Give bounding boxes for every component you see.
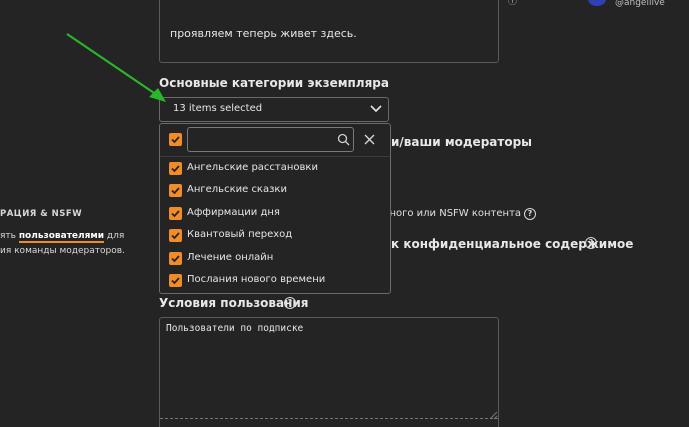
chevron-down-icon[interactable]	[369, 103, 383, 115]
option-label[interactable]: Лечение онлайн	[187, 252, 273, 263]
categories-selected-summary: 13 items selected	[173, 103, 263, 114]
option-checkbox[interactable]	[169, 184, 182, 197]
avatar[interactable]	[588, 0, 606, 6]
instance-categories-heading: Основные категории экземпляра	[159, 76, 389, 90]
nsfw-help-icon[interactable]: ?	[524, 208, 536, 220]
users-link[interactable]: пользователями	[18, 231, 105, 243]
option-checkbox[interactable]	[169, 252, 182, 265]
check-icon	[171, 136, 180, 144]
check-icon	[171, 277, 180, 285]
check-icon	[171, 210, 180, 218]
close-icon[interactable]	[364, 134, 375, 145]
option-label[interactable]: Ангельские сказки	[187, 184, 287, 195]
check-icon	[171, 255, 180, 263]
sidebar-section-heading: РАЦИЯ & NSFW	[0, 209, 83, 219]
dropdown-divider	[160, 156, 390, 157]
terms-text: Пользователи по подписке	[166, 323, 304, 334]
resize-handle-icon[interactable]	[488, 410, 498, 420]
moderators-heading-partial: и/ваши модераторы	[391, 135, 533, 149]
terms-divider	[160, 418, 498, 419]
nsfw-label-partial: ельного или NSFW контента	[371, 208, 522, 219]
sidebar-text-line1: ять пользователями для	[0, 231, 125, 243]
option-label[interactable]: Аффирмации дня	[187, 207, 280, 218]
option-checkbox[interactable]	[169, 274, 182, 287]
option-label[interactable]: Послания нового времени	[187, 274, 325, 285]
sidebar-text-before: ять	[0, 231, 19, 241]
description-text: проявляем теперь живет здесь.	[170, 27, 357, 40]
private-content-heading-partial: к конфиденциальное содержимое	[391, 237, 634, 251]
top-menu-fragment[interactable]: ⓘ	[508, 0, 517, 7]
option-label[interactable]: Квантовый переход	[187, 229, 292, 240]
username-label: @angellive	[615, 0, 665, 8]
sidebar-text-after: для	[104, 231, 125, 241]
sidebar-text-line2: ия команды модераторов.	[0, 246, 125, 256]
category-search-input[interactable]	[187, 127, 354, 152]
private-help-icon[interactable]: ?	[585, 237, 597, 249]
check-icon	[171, 165, 180, 173]
check-icon	[171, 232, 180, 240]
option-checkbox[interactable]	[169, 229, 182, 242]
search-icon	[337, 133, 350, 146]
check-icon	[171, 187, 180, 195]
option-label[interactable]: Ангельские расстановки	[187, 162, 318, 173]
terms-help-icon[interactable]: ?	[284, 297, 296, 309]
option-checkbox[interactable]	[169, 207, 182, 220]
option-checkbox[interactable]	[169, 162, 182, 175]
select-all-checkbox[interactable]	[169, 133, 182, 146]
